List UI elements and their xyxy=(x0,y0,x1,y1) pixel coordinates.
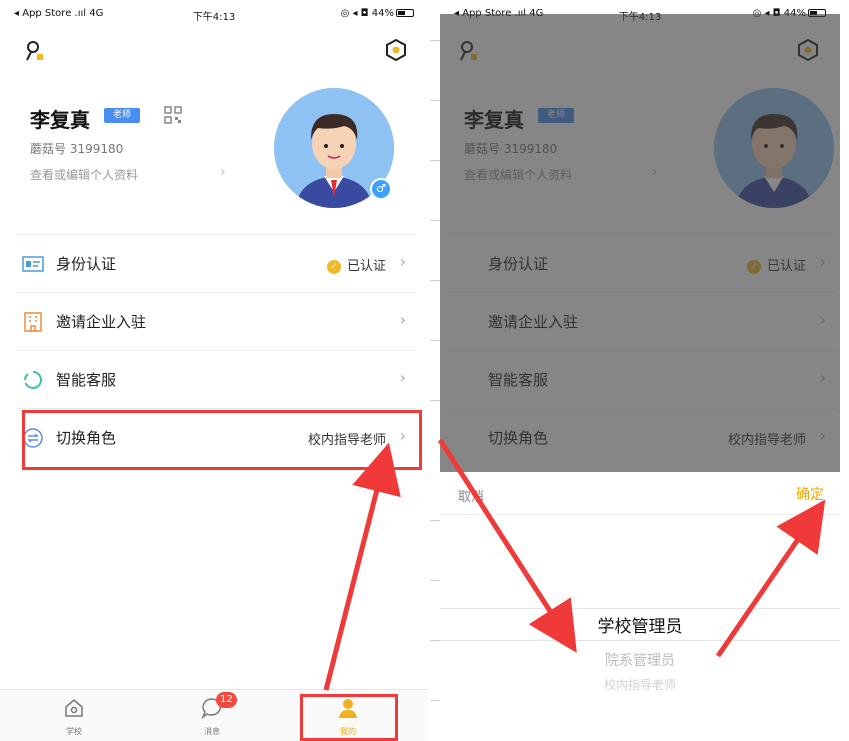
dim-overlay[interactable] xyxy=(440,14,840,472)
battery-icon xyxy=(396,9,414,17)
menu-label: 邀请企业入驻 xyxy=(56,313,147,331)
status-time: 下午4:13 xyxy=(192,12,236,23)
status-bar: ◂ App Store .ııl 4G 下午4:13 ◎ ◂ ◘ 44% xyxy=(0,8,428,24)
edit-profile-link[interactable]: 查看或编辑个人资料 xyxy=(30,166,138,183)
tab-school[interactable]: 学校 xyxy=(44,696,104,737)
building-icon xyxy=(24,312,42,332)
picker-option[interactable]: 校内指导老师 xyxy=(440,676,840,693)
unread-badge: 12 xyxy=(216,692,237,708)
status-indicators: ◎ ◂ ◘ 44% xyxy=(340,8,394,19)
confirm-button[interactable]: 确定 xyxy=(796,484,824,504)
id-card-icon xyxy=(22,256,44,272)
role-picker-screen: ◂ App Store .ııl 4G 下午4:13 ◎ ◂ ◘ 44% 李复真… xyxy=(430,0,849,741)
tab-label: 学校 xyxy=(66,727,82,736)
status-right: ◎ ◂ ◘ 44% xyxy=(341,8,414,19)
person-search-icon[interactable] xyxy=(24,40,46,62)
chevron-right-icon: › xyxy=(399,310,406,329)
menu-label: 身份认证 xyxy=(56,255,117,273)
user-name: 李复真 xyxy=(30,108,90,132)
selection-line-top xyxy=(440,608,840,609)
profile-screen: ◂ App Store .ııl 4G 下午4:13 ◎ ◂ ◘ 44% 李复真… xyxy=(0,0,428,741)
menu-item-invite-enterprise[interactable]: 邀请企业入驻 › xyxy=(16,292,416,350)
highlight-mine-tab xyxy=(300,694,398,741)
profile-header[interactable]: 李复真 老师 蘑菇号 3199180 查看或编辑个人资料 › ♂ xyxy=(0,88,428,228)
gender-male-icon: ♂ xyxy=(370,178,392,200)
menu-label: 智能客服 xyxy=(56,371,117,389)
carrier-text: ◂ App Store .ııl 4G xyxy=(14,8,104,19)
picker-option-selected[interactable]: 学校管理员 xyxy=(440,612,840,637)
top-icon-bar xyxy=(0,38,428,64)
verified-text: 已认证 xyxy=(346,259,386,274)
user-id: 蘑菇号 3199180 xyxy=(30,142,124,156)
chevron-right-icon: › xyxy=(399,252,406,271)
service-icon xyxy=(24,371,42,389)
role-picker-sheet: 取消 确定 学校管理员 院系管理员 校内指导老师 xyxy=(440,472,840,741)
role-tag: 老师 xyxy=(104,108,140,123)
tab-messages[interactable]: 消息 12 xyxy=(182,692,242,737)
menu-item-identity[interactable]: 身份认证 ✓ 已认证 › xyxy=(16,234,416,292)
menu-item-customer-service[interactable]: 智能客服 › xyxy=(16,350,416,408)
highlight-switch-role xyxy=(22,410,422,470)
verified-check-icon: ✓ xyxy=(326,260,341,274)
selection-line-bottom xyxy=(440,640,840,641)
verified-status: ✓ 已认证 xyxy=(326,255,386,274)
tab-label: 消息 xyxy=(204,727,220,736)
chevron-right-icon: › xyxy=(399,368,406,387)
chevron-right-icon: › xyxy=(220,164,226,180)
picker-option[interactable]: 院系管理员 xyxy=(440,650,840,670)
home-icon xyxy=(65,699,83,717)
settings-hex-icon[interactable] xyxy=(384,38,408,62)
cancel-button[interactable]: 取消 xyxy=(458,486,484,505)
qr-code-icon[interactable] xyxy=(164,106,182,124)
divider xyxy=(440,514,840,515)
